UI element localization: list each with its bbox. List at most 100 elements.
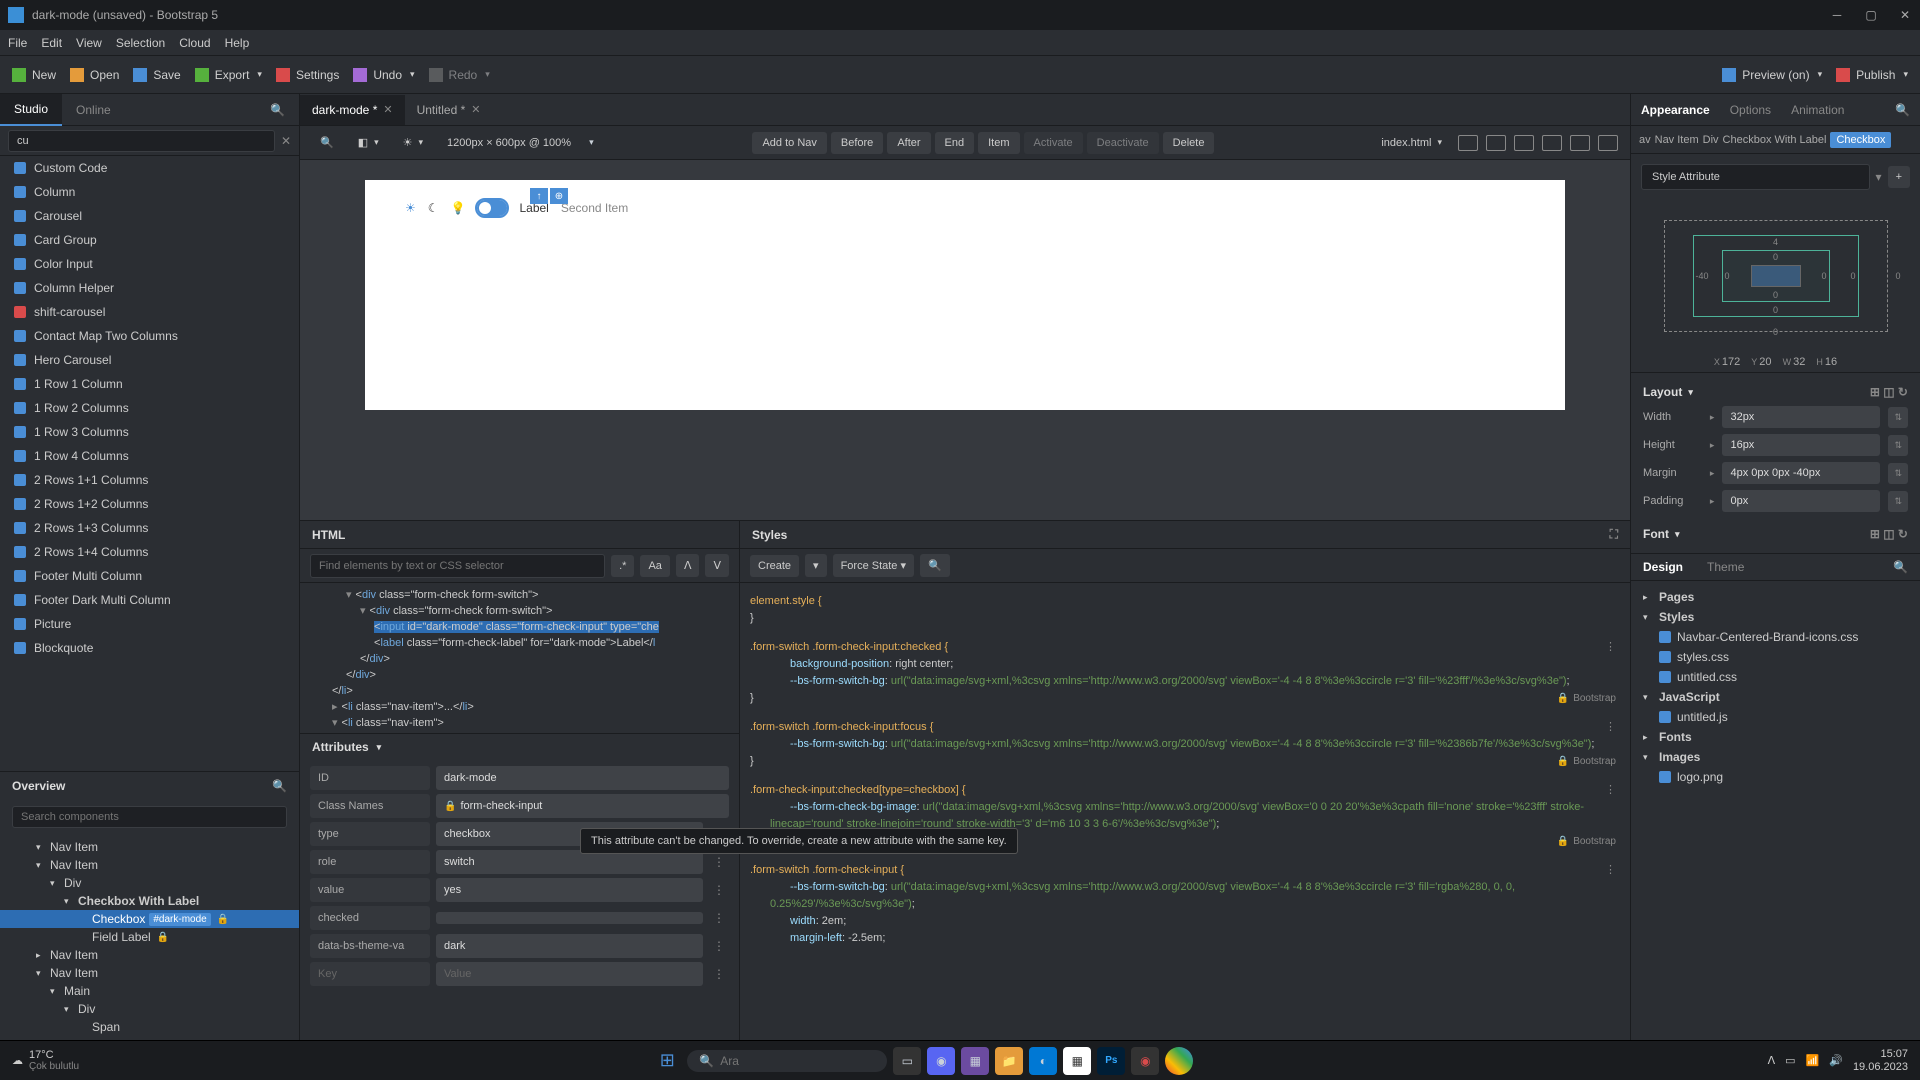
css-rule-block[interactable]: .form-switch .form-check-input {--bs-for… — [750, 862, 1620, 947]
component-item[interactable]: Carousel — [0, 204, 299, 228]
redo-button[interactable]: Redo▾ — [429, 68, 490, 82]
html-tree-line[interactable]: <input id="dark-mode" class="form-check-… — [304, 619, 735, 635]
tray-volume-icon[interactable]: 🔊 — [1829, 1054, 1843, 1067]
document-tab[interactable]: Untitled *✕ — [405, 95, 493, 125]
html-tree-line[interactable]: ▾<div class="form-check form-switch"> — [304, 587, 735, 603]
tab-animation[interactable]: Animation — [1781, 95, 1854, 125]
design-tree-item[interactable]: ▾JavaScript — [1635, 687, 1916, 707]
attribute-value[interactable] — [436, 912, 703, 924]
component-item[interactable]: 2 Rows 1+1 Columns — [0, 468, 299, 492]
zoom-display[interactable]: 1200px × 600px @ 100% — [439, 133, 579, 153]
tab-design[interactable]: Design — [1631, 554, 1695, 580]
design-tree-child[interactable]: Navbar-Centered-Brand-icons.css — [1635, 627, 1916, 647]
device-xs-icon[interactable] — [1458, 135, 1478, 151]
component-item[interactable]: Card Group — [0, 228, 299, 252]
html-tree-line[interactable]: ▸<li class="nav-item">...</li> — [304, 699, 735, 715]
close-button[interactable]: ✕ — [1898, 8, 1912, 22]
close-tab-icon[interactable]: ✕ — [471, 103, 480, 116]
clear-filter-icon[interactable]: ✕ — [281, 134, 291, 148]
tray-wifi-icon[interactable]: 📶 — [1806, 1054, 1820, 1067]
component-item[interactable]: Footer Multi Column — [0, 564, 299, 588]
device-xl-icon[interactable] — [1570, 135, 1590, 151]
device-md-icon[interactable] — [1514, 135, 1534, 151]
component-item[interactable]: Column — [0, 180, 299, 204]
tab-options[interactable]: Options — [1720, 95, 1781, 125]
clock[interactable]: 15:07 19.06.2023 — [1853, 1048, 1908, 1074]
search-icon[interactable]: 🔍 — [312, 132, 342, 153]
tree-item[interactable]: ▸Nav Item — [0, 946, 299, 964]
component-item[interactable]: Blockquote — [0, 636, 299, 660]
maximize-button[interactable]: ▢ — [1864, 8, 1878, 22]
attribute-value[interactable]: yes — [436, 878, 703, 902]
canvas-page[interactable]: ↑ ⊕ ☀ ☾ 💡 Label Second Item — [365, 180, 1565, 410]
taskbar-app-ps[interactable]: Ps — [1097, 1047, 1125, 1075]
css-menu-icon[interactable]: ⋮ — [1605, 782, 1616, 799]
styles-code[interactable]: element.style {} .form-switch .form-check… — [740, 583, 1630, 1040]
layout-tool-icon[interactable]: ⊞ ◫ ↻ — [1870, 385, 1908, 399]
css-rule-block[interactable]: .form-switch .form-check-input:checked {… — [750, 639, 1620, 707]
device-lg-icon[interactable] — [1542, 135, 1562, 151]
tree-item[interactable]: ▾Nav Item — [0, 838, 299, 856]
dark-mode-switch[interactable] — [477, 200, 507, 216]
search-icon[interactable]: 🔍 — [256, 95, 299, 125]
layout-value-input[interactable] — [1722, 406, 1880, 428]
minimize-button[interactable]: ─ — [1830, 8, 1844, 22]
attribute-key[interactable]: data-bs-theme-va — [310, 934, 430, 958]
css-rule-block[interactable]: .form-switch .form-check-input:focus {--… — [750, 719, 1620, 770]
component-item[interactable]: Picture — [0, 612, 299, 636]
search-icon[interactable]: 🔍 — [272, 779, 287, 793]
chevron-down-icon[interactable]: ▾ — [589, 137, 594, 148]
create-button[interactable]: Create — [750, 555, 799, 577]
design-tree-child[interactable]: untitled.css — [1635, 667, 1916, 687]
open-button[interactable]: Open — [70, 68, 119, 82]
css-menu-icon[interactable]: ⋮ — [1605, 719, 1616, 736]
component-filter-input[interactable] — [8, 130, 275, 152]
new-button[interactable]: New — [12, 68, 56, 82]
component-item[interactable]: 2 Rows 1+3 Columns — [0, 516, 299, 540]
undo-button[interactable]: Undo▾ — [353, 68, 414, 82]
save-button[interactable]: Save — [133, 68, 180, 82]
taskbar-app-5[interactable]: ◐ — [1029, 1047, 1057, 1075]
attribute-value[interactable]: 🔒form-check-input — [436, 794, 729, 818]
publish-button[interactable]: Publish▾ — [1836, 68, 1908, 82]
canvas-action-button[interactable]: Activate — [1024, 132, 1083, 154]
design-tree-child[interactable]: styles.css — [1635, 647, 1916, 667]
tab-studio[interactable]: Studio — [0, 94, 62, 126]
component-item[interactable]: Hero Carousel — [0, 348, 299, 372]
font-tool-icon[interactable]: ⊞ ◫ ↻ — [1870, 527, 1908, 541]
attribute-menu-icon[interactable]: ⋮ — [709, 911, 729, 925]
canvas-action-button[interactable]: Item — [978, 132, 1019, 154]
chevron-right-icon[interactable]: ▸ — [1710, 468, 1715, 479]
device-xxl-icon[interactable] — [1598, 135, 1618, 151]
design-tree-item[interactable]: ▾Styles — [1635, 607, 1916, 627]
css-rule-block[interactable]: element.style {} — [750, 593, 1620, 627]
design-tree-item[interactable]: ▸Pages — [1635, 587, 1916, 607]
next-button[interactable]: ᐯ — [705, 554, 729, 577]
move-up-icon[interactable]: ↑ — [530, 188, 548, 204]
document-tab[interactable]: dark-mode *✕ — [300, 95, 405, 125]
attribute-value[interactable]: Value — [436, 962, 703, 986]
html-tree-line[interactable]: ▾<div class="form-check form-switch"> — [304, 603, 735, 619]
taskbar-app-4[interactable]: 📁 — [995, 1047, 1023, 1075]
taskbar-app-1[interactable]: ▭ — [893, 1047, 921, 1075]
html-tree-line[interactable]: ▾<li class="nav-item"> — [304, 715, 735, 731]
component-item[interactable]: Color Input — [0, 252, 299, 276]
tree-item[interactable]: ▾Nav Item — [0, 964, 299, 982]
menu-selection[interactable]: Selection — [116, 36, 165, 50]
attribute-key[interactable]: Key — [310, 962, 430, 986]
chevron-right-icon[interactable]: ▸ — [1710, 496, 1715, 507]
breadcrumb-item[interactable]: av — [1639, 134, 1651, 146]
component-item[interactable]: Custom Code — [0, 156, 299, 180]
tree-item[interactable]: ▾Div — [0, 874, 299, 892]
design-tree-child[interactable]: untitled.js — [1635, 707, 1916, 727]
tree-item[interactable]: Field Label🔒 — [0, 928, 299, 946]
stepper-icon[interactable]: ⇅ — [1888, 463, 1908, 484]
stepper-icon[interactable]: ⇅ — [1888, 407, 1908, 428]
attribute-value[interactable]: dark-mode — [436, 766, 729, 790]
canvas-action-button[interactable]: Delete — [1163, 132, 1215, 154]
close-tab-icon[interactable]: ✕ — [383, 103, 392, 116]
component-item[interactable]: 1 Row 3 Columns — [0, 420, 299, 444]
attribute-key[interactable]: checked — [310, 906, 430, 930]
css-menu-icon[interactable]: ⋮ — [1605, 862, 1616, 879]
attribute-menu-icon[interactable]: ⋮ — [709, 939, 729, 953]
